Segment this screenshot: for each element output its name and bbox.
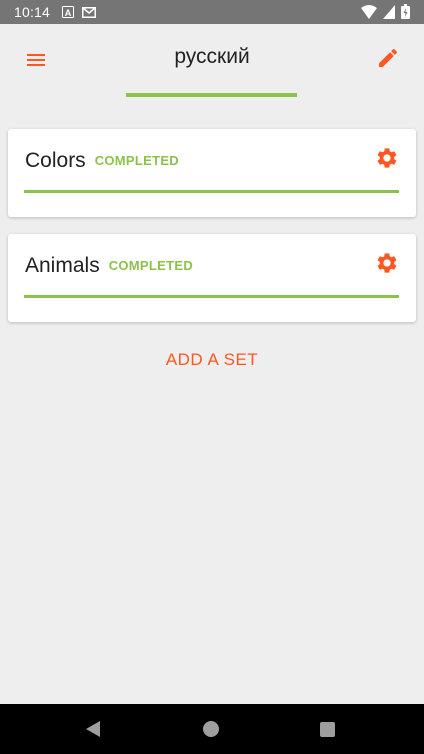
gear-icon[interactable] [375, 146, 399, 170]
set-progress-fill [24, 190, 399, 193]
wifi-icon [361, 4, 377, 19]
back-icon[interactable] [84, 720, 102, 738]
set-progress-bar [24, 190, 399, 193]
signal-icon [383, 4, 395, 19]
set-name: Animals [25, 254, 100, 277]
battery-icon [401, 4, 410, 19]
app-bar: русский [0, 24, 424, 104]
set-progress-fill [24, 295, 399, 298]
set-status-badge: COMPLETED [94, 153, 179, 168]
set-card-animals[interactable]: Animals COMPLETED [8, 234, 416, 322]
status-right-icons [361, 4, 410, 19]
set-status-badge: COMPLETED [108, 258, 194, 273]
add-set-button[interactable]: ADD A SET [0, 350, 424, 370]
set-progress-bar [24, 295, 399, 298]
set-title-row: Colors COMPLETED [25, 149, 179, 173]
page-title: русский [174, 45, 250, 68]
status-bar: 10:14 A [0, 0, 424, 24]
status-time: 10:14 [14, 4, 51, 20]
gear-icon[interactable] [375, 251, 399, 275]
set-name: Colors [25, 149, 86, 172]
a-notification-icon: A [62, 6, 75, 18]
title-underline [126, 93, 297, 97]
set-title-row: Animals COMPLETED [25, 254, 193, 278]
home-icon[interactable] [203, 721, 219, 737]
pencil-icon[interactable] [376, 46, 400, 70]
set-card-colors[interactable]: Colors COMPLETED [8, 129, 416, 217]
recents-icon[interactable] [320, 722, 335, 737]
system-nav-bar [0, 704, 424, 754]
gmail-icon [82, 6, 97, 18]
